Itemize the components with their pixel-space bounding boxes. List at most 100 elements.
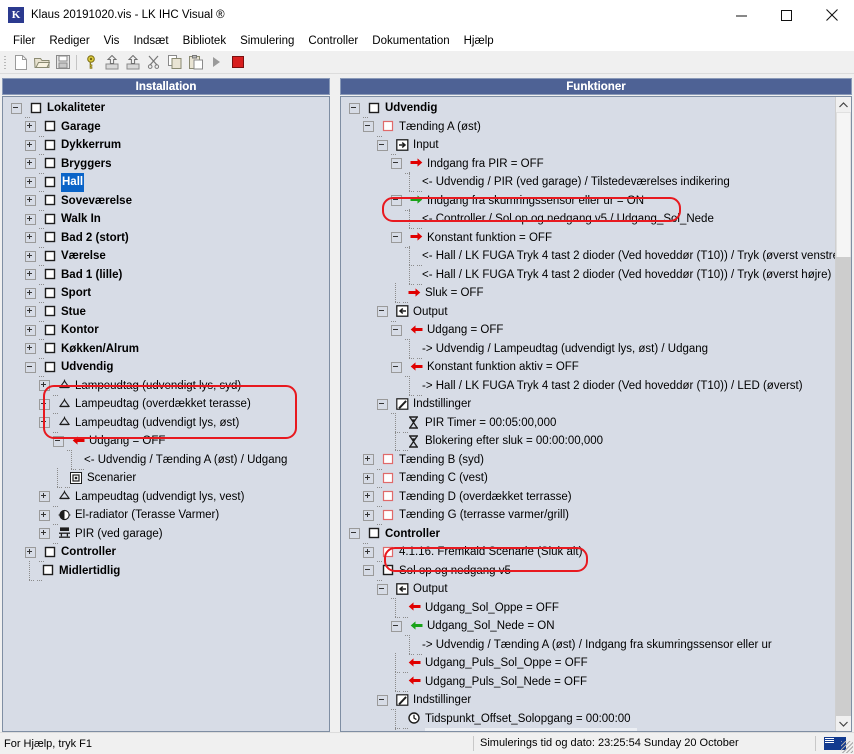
expand-plus-icon[interactable] — [25, 177, 36, 188]
collapse-minus-icon[interactable] — [363, 565, 374, 576]
expand-plus-icon[interactable] — [25, 343, 36, 354]
tree-row[interactable]: Soveværelse — [3, 192, 329, 211]
tree-row[interactable]: Konstant funktion = OFF — [341, 229, 851, 248]
tree-row[interactable]: Sport — [3, 284, 329, 303]
tree-row[interactable]: -> Udvendig / Lampeudtag (udvendigt lys,… — [341, 340, 851, 359]
scroll-down-arrow-icon[interactable] — [836, 716, 851, 731]
open-folder-icon[interactable] — [31, 52, 52, 72]
tree-row[interactable]: -> Udvendig / Tænding A (øst) / Indgang … — [341, 636, 851, 655]
funktioner-tree[interactable]: UdvendigTænding A (øst)Input Indgang fra … — [341, 99, 851, 732]
tree-row[interactable]: Tænding G (terrasse varmer/grill) — [341, 506, 851, 525]
tree-row[interactable]: Udgang_Sol_Oppe = OFF — [341, 599, 851, 618]
tree-row[interactable]: Sol op og nedgang v5 — [341, 562, 851, 581]
installation-tree-body[interactable]: LokaliteterGarageDykkerrumBryggersHallSo… — [2, 96, 330, 732]
collapse-minus-icon[interactable] — [349, 103, 360, 114]
tree-row[interactable]: Konstant funktion aktiv = OFF — [341, 358, 851, 377]
menu-item-hj-lp[interactable]: Hjælp — [457, 33, 501, 49]
tree-row[interactable]: Hall — [3, 173, 329, 192]
funktioner-vertical-scrollbar[interactable] — [835, 97, 851, 731]
expand-plus-icon[interactable] — [25, 269, 36, 280]
expand-plus-icon[interactable] — [25, 195, 36, 206]
menu-item-controller[interactable]: Controller — [301, 33, 365, 49]
tree-row[interactable]: Tænding D (overdækket terrasse) — [341, 488, 851, 507]
tree-row[interactable]: Udgang_Puls_Sol_Nede = OFF — [341, 673, 851, 692]
paste-icon[interactable] — [185, 52, 206, 72]
tree-row[interactable]: Lokaliteter — [3, 99, 329, 118]
expand-plus-icon[interactable] — [39, 491, 50, 502]
menu-item-dokumentation[interactable]: Dokumentation — [365, 33, 456, 49]
tree-row[interactable]: Bryggers — [3, 155, 329, 174]
minimize-button[interactable] — [719, 0, 764, 30]
scrollbar-track[interactable] — [836, 257, 851, 716]
toolbar-grip[interactable] — [2, 54, 8, 70]
save-disk-icon[interactable] — [52, 52, 73, 72]
collapse-minus-icon[interactable] — [391, 232, 402, 243]
tree-row[interactable]: Lampeudtag (udvendigt lys, øst) — [3, 414, 329, 433]
new-document-icon[interactable] — [10, 52, 31, 72]
tree-row[interactable]: Sluk = OFF — [341, 284, 851, 303]
tree-row[interactable]: Dykkerrum — [3, 136, 329, 155]
expand-plus-icon[interactable] — [39, 399, 50, 410]
tree-row[interactable]: Input — [341, 136, 851, 155]
tree-row[interactable]: Udvendig — [341, 99, 851, 118]
expand-plus-icon[interactable] — [25, 547, 36, 558]
maximize-button[interactable] — [764, 0, 809, 30]
installation-tree[interactable]: LokaliteterGarageDykkerrumBryggersHallSo… — [3, 99, 329, 580]
expand-plus-icon[interactable] — [25, 306, 36, 317]
expand-plus-icon[interactable] — [25, 232, 36, 243]
tree-row[interactable]: Indstillinger — [341, 691, 851, 710]
tree-row[interactable]: Indgang fra skumringssensor eller ur = O… — [341, 192, 851, 211]
collapse-minus-icon[interactable] — [377, 584, 388, 595]
tree-row[interactable]: Indstillinger — [341, 395, 851, 414]
funktioner-tree-body[interactable]: UdvendigTænding A (øst)Input Indgang fra … — [340, 96, 852, 732]
expand-plus-icon[interactable] — [363, 547, 374, 558]
tree-row[interactable]: Tænding A (øst) — [341, 118, 851, 137]
run-play-icon[interactable] — [206, 52, 227, 72]
expand-plus-icon[interactable] — [25, 288, 36, 299]
collapse-minus-icon[interactable] — [391, 158, 402, 169]
collapse-minus-icon[interactable] — [391, 621, 402, 632]
collapse-minus-icon[interactable] — [377, 306, 388, 317]
expand-plus-icon[interactable] — [25, 121, 36, 132]
tree-row[interactable]: Lampeudtag (udvendigt lys, vest) — [3, 488, 329, 507]
tree-row[interactable]: Scenarier — [3, 469, 329, 488]
tree-row[interactable]: Udvendig — [3, 358, 329, 377]
tree-row[interactable]: Udgang = OFF — [3, 432, 329, 451]
menu-item-bibliotek[interactable]: Bibliotek — [176, 33, 233, 49]
tree-row[interactable]: Lampeudtag (overdækket terasse) — [3, 395, 329, 414]
tree-row[interactable]: Tænding C (vest) — [341, 469, 851, 488]
tree-row[interactable]: <- Udvendig / PIR (ved garage) / Tilsted… — [341, 173, 851, 192]
tree-row[interactable]: Walk In — [3, 210, 329, 229]
tree-row[interactable]: Udgang_Sol_Nede = ON — [341, 617, 851, 636]
tree-row[interactable]: Output — [341, 303, 851, 322]
tree-row[interactable]: Kontor — [3, 321, 329, 340]
tree-row[interactable]: Blokering efter sluk = 00:00:00,000 — [341, 432, 851, 451]
expand-plus-icon[interactable] — [39, 510, 50, 521]
scrollbar-thumb[interactable] — [836, 112, 851, 259]
tree-row[interactable]: <- Controller / Sol op og nedgang v5 / U… — [341, 210, 851, 229]
expand-plus-icon[interactable] — [25, 214, 36, 225]
tree-row[interactable]: Controller — [3, 543, 329, 562]
expand-plus-icon[interactable] — [25, 251, 36, 262]
expand-plus-icon[interactable] — [363, 491, 374, 502]
tree-row[interactable]: Tidspunkt_Offset_Solopgang = 00:00:00 — [341, 710, 851, 729]
tree-row[interactable]: Tænding B (syd) — [341, 451, 851, 470]
copy-icon[interactable] — [164, 52, 185, 72]
expand-plus-icon[interactable] — [25, 158, 36, 169]
tree-row[interactable]: <- Udvendig / Tænding A (øst) / Udgang — [3, 451, 329, 470]
tree-row[interactable]: Køkken/Alrum — [3, 340, 329, 359]
expand-plus-icon[interactable] — [25, 140, 36, 151]
tree-row[interactable]: <- Hall / LK FUGA Tryk 4 tast 2 dioder (… — [341, 266, 851, 285]
expand-plus-icon[interactable] — [39, 380, 50, 391]
tree-row[interactable]: -> Hall / LK FUGA Tryk 4 tast 2 dioder (… — [341, 377, 851, 396]
tree-row[interactable]: PIR (ved garage) — [3, 525, 329, 544]
help-key-icon[interactable] — [80, 52, 101, 72]
scroll-up-arrow-icon[interactable] — [836, 97, 851, 112]
tree-row[interactable]: Bad 2 (stort) — [3, 229, 329, 248]
stop-icon[interactable] — [227, 52, 248, 72]
expand-plus-icon[interactable] — [25, 325, 36, 336]
expand-plus-icon[interactable] — [363, 454, 374, 465]
tree-row[interactable]: Garage — [3, 118, 329, 137]
collapse-minus-icon[interactable] — [11, 103, 22, 114]
tree-row[interactable]: <- Hall / LK FUGA Tryk 4 tast 2 dioder (… — [341, 247, 851, 266]
